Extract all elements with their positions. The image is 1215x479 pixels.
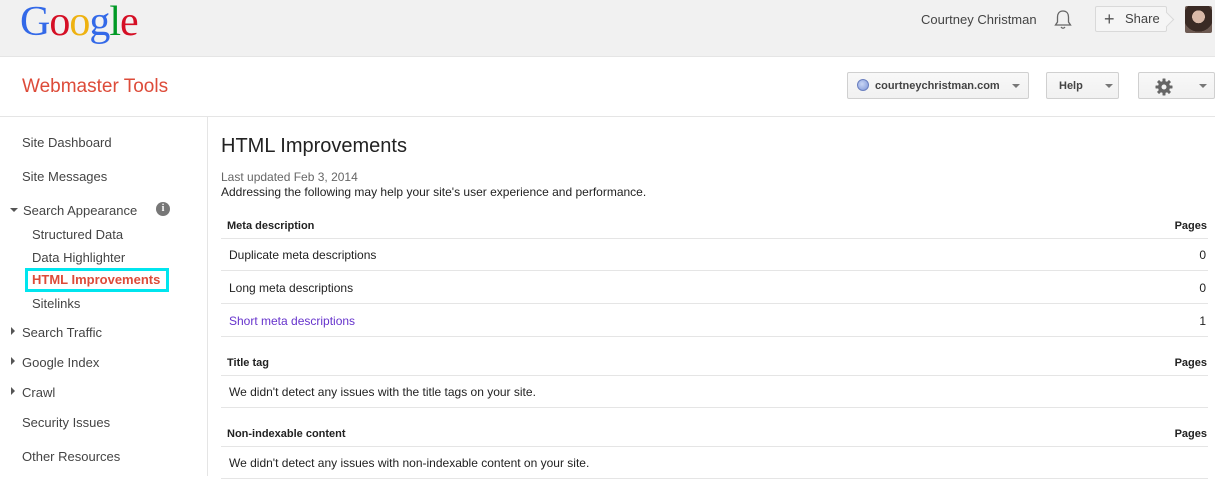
info-icon[interactable]: i bbox=[156, 202, 170, 216]
share-button[interactable]: + Share bbox=[1095, 6, 1167, 32]
gear-icon bbox=[1155, 78, 1173, 96]
user-name-link[interactable]: Courtney Christman bbox=[921, 12, 1037, 27]
google-logo[interactable]: Google bbox=[20, 0, 139, 45]
sidebar-item-crawl[interactable]: Crawl bbox=[22, 385, 55, 400]
table-row: Long meta descriptions 0 bbox=[221, 271, 1208, 304]
short-meta-descriptions-link[interactable]: Short meta descriptions bbox=[229, 314, 355, 328]
issue-label: Duplicate meta descriptions bbox=[229, 248, 377, 262]
plus-icon: + bbox=[1104, 9, 1115, 29]
pages-column-header: Pages bbox=[1174, 357, 1207, 369]
logo-letter: l bbox=[109, 0, 121, 45]
sidebar-item-site-dashboard[interactable]: Site Dashboard bbox=[22, 135, 112, 150]
sidebar-item-data-highlighter[interactable]: Data Highlighter bbox=[32, 250, 125, 265]
site-selector-label: courtneychristman.com bbox=[875, 80, 1000, 92]
sidebar-item-sitelinks[interactable]: Sitelinks bbox=[32, 296, 80, 311]
expanded-triangle-icon[interactable] bbox=[10, 208, 18, 212]
logo-letter: G bbox=[20, 0, 50, 45]
no-issues-message: We didn't detect any issues with the tit… bbox=[229, 385, 536, 399]
non-indexable-message-row: We didn't detect any issues with non-ind… bbox=[221, 446, 1208, 479]
non-indexable-section-header: Non-indexable content Pages bbox=[221, 422, 1208, 447]
notifications-bell-icon[interactable] bbox=[1053, 9, 1073, 31]
page-description: Addressing the following may help your s… bbox=[221, 185, 647, 199]
title-tag-message-row: We didn't detect any issues with the tit… bbox=[221, 375, 1208, 408]
logo-letter: g bbox=[89, 0, 110, 45]
avatar[interactable] bbox=[1185, 6, 1212, 33]
page-title: HTML Improvements bbox=[221, 135, 407, 157]
globe-icon bbox=[857, 79, 869, 91]
top-bar: Google Courtney Christman + Share bbox=[0, 0, 1215, 57]
chevron-down-icon bbox=[1012, 84, 1020, 88]
sidebar-item-search-appearance[interactable]: Search Appearance bbox=[23, 203, 137, 218]
sidebar-item-structured-data[interactable]: Structured Data bbox=[32, 227, 123, 242]
sidebar-item-html-improvements[interactable]: HTML Improvements bbox=[32, 272, 160, 287]
section-title: Non-indexable content bbox=[227, 428, 346, 440]
logo-letter: o bbox=[69, 0, 90, 45]
pages-column-header: Pages bbox=[1174, 220, 1207, 232]
issue-page-count: 1 bbox=[1199, 314, 1206, 328]
meta-description-section-header: Meta description Pages bbox=[221, 214, 1208, 239]
logo-letter: o bbox=[49, 0, 70, 45]
sidebar-nav: Site Dashboard Site Messages Search Appe… bbox=[0, 117, 208, 476]
site-selector-dropdown[interactable]: courtneychristman.com bbox=[847, 72, 1029, 99]
help-label: Help bbox=[1059, 80, 1083, 92]
table-row: Short meta descriptions 1 bbox=[221, 304, 1208, 337]
title-tag-section-header: Title tag Pages bbox=[221, 351, 1208, 376]
issue-page-count: 0 bbox=[1199, 281, 1206, 295]
share-label: Share bbox=[1125, 11, 1160, 26]
collapsed-triangle-icon[interactable] bbox=[11, 327, 15, 335]
pages-column-header: Pages bbox=[1174, 428, 1207, 440]
collapsed-triangle-icon[interactable] bbox=[11, 387, 15, 395]
collapsed-triangle-icon[interactable] bbox=[11, 357, 15, 365]
issue-label: Long meta descriptions bbox=[229, 281, 354, 295]
settings-button[interactable] bbox=[1138, 72, 1215, 99]
chevron-down-icon bbox=[1105, 84, 1113, 88]
issue-page-count: 0 bbox=[1199, 248, 1206, 262]
sidebar-item-site-messages[interactable]: Site Messages bbox=[22, 169, 107, 184]
app-header: Webmaster Tools courtneychristman.com He… bbox=[0, 57, 1215, 117]
section-title: Meta description bbox=[227, 220, 315, 232]
chevron-down-icon bbox=[1199, 84, 1207, 88]
app-title[interactable]: Webmaster Tools bbox=[22, 76, 168, 98]
last-updated-text: Last updated Feb 3, 2014 bbox=[221, 170, 358, 184]
no-issues-message: We didn't detect any issues with non-ind… bbox=[229, 456, 590, 470]
section-title: Title tag bbox=[227, 357, 269, 369]
sidebar-item-other-resources[interactable]: Other Resources bbox=[22, 449, 120, 464]
logo-letter: e bbox=[120, 0, 139, 45]
sidebar-item-google-index[interactable]: Google Index bbox=[22, 355, 99, 370]
help-button[interactable]: Help bbox=[1046, 72, 1119, 99]
table-row: Duplicate meta descriptions 0 bbox=[221, 238, 1208, 271]
sidebar-item-security-issues[interactable]: Security Issues bbox=[22, 415, 110, 430]
sidebar-item-search-traffic[interactable]: Search Traffic bbox=[22, 325, 102, 340]
